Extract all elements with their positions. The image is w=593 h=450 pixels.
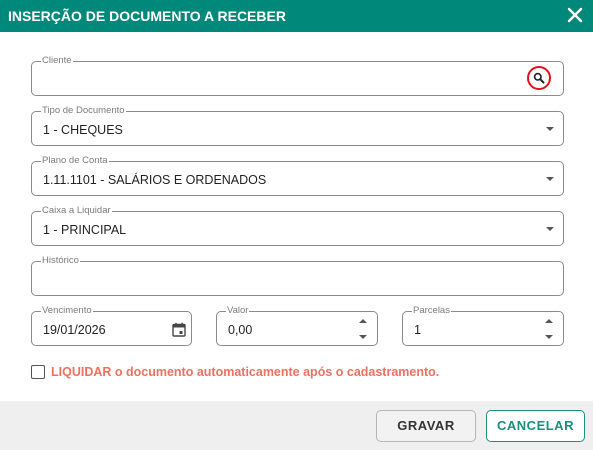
- plano-conta-select[interactable]: Plano de Conta 1.11.1101 - SALÁRIOS E OR…: [31, 155, 564, 196]
- increment-icon[interactable]: [545, 319, 553, 323]
- decrement-icon[interactable]: [359, 335, 367, 339]
- cliente-label: Cliente: [41, 55, 73, 67]
- tipo-documento-label: Tipo de Documento: [41, 105, 126, 117]
- historico-field[interactable]: Histórico: [31, 255, 564, 296]
- caixa-liquidar-label: Caixa a Liquidar: [41, 205, 112, 217]
- plano-conta-label: Plano de Conta: [41, 155, 109, 167]
- dialog-header: INSERÇÃO DE DOCUMENTO A RECEBER: [0, 0, 593, 32]
- vencimento-value: 19/01/2026: [43, 323, 106, 337]
- parcelas-number-input[interactable]: Parcelas 1: [402, 305, 564, 346]
- tipo-documento-select[interactable]: Tipo de Documento 1 - CHEQUES: [31, 105, 564, 146]
- chevron-down-icon[interactable]: [546, 127, 554, 131]
- caixa-liquidar-select[interactable]: Caixa a Liquidar 1 - PRINCIPAL: [31, 205, 564, 246]
- dialog-title: INSERÇÃO DE DOCUMENTO A RECEBER: [8, 8, 286, 24]
- search-icon: [533, 72, 545, 84]
- close-icon[interactable]: [566, 6, 584, 24]
- vencimento-label: Vencimento: [41, 305, 93, 317]
- parcelas-value: 1: [414, 323, 421, 337]
- increment-icon[interactable]: [359, 319, 367, 323]
- tipo-documento-value: 1 - CHEQUES: [43, 123, 123, 137]
- cliente-field[interactable]: Cliente: [31, 55, 564, 96]
- calendar-icon[interactable]: [172, 322, 186, 337]
- caixa-liquidar-value: 1 - PRINCIPAL: [43, 223, 127, 237]
- liquidar-checkbox-label[interactable]: LIQUIDAR o documento automaticamente apó…: [51, 365, 439, 379]
- chevron-down-icon[interactable]: [546, 177, 554, 181]
- liquidar-checkbox[interactable]: [31, 365, 45, 379]
- valor-value: 0,00: [228, 323, 253, 337]
- search-client-button[interactable]: [527, 66, 551, 90]
- decrement-icon[interactable]: [545, 335, 553, 339]
- gravar-button[interactable]: GRAVAR: [376, 410, 476, 442]
- parcelas-label: Parcelas: [412, 305, 451, 317]
- vencimento-date-input[interactable]: Vencimento 19/01/2026: [31, 305, 192, 346]
- valor-number-input[interactable]: Valor 0,00: [216, 305, 378, 346]
- valor-label: Valor: [226, 305, 250, 317]
- historico-label: Histórico: [41, 255, 80, 267]
- chevron-down-icon[interactable]: [546, 227, 554, 231]
- plano-conta-value: 1.11.1101 - SALÁRIOS E ORDENADOS: [43, 173, 267, 187]
- cancelar-button[interactable]: CANCELAR: [486, 410, 585, 442]
